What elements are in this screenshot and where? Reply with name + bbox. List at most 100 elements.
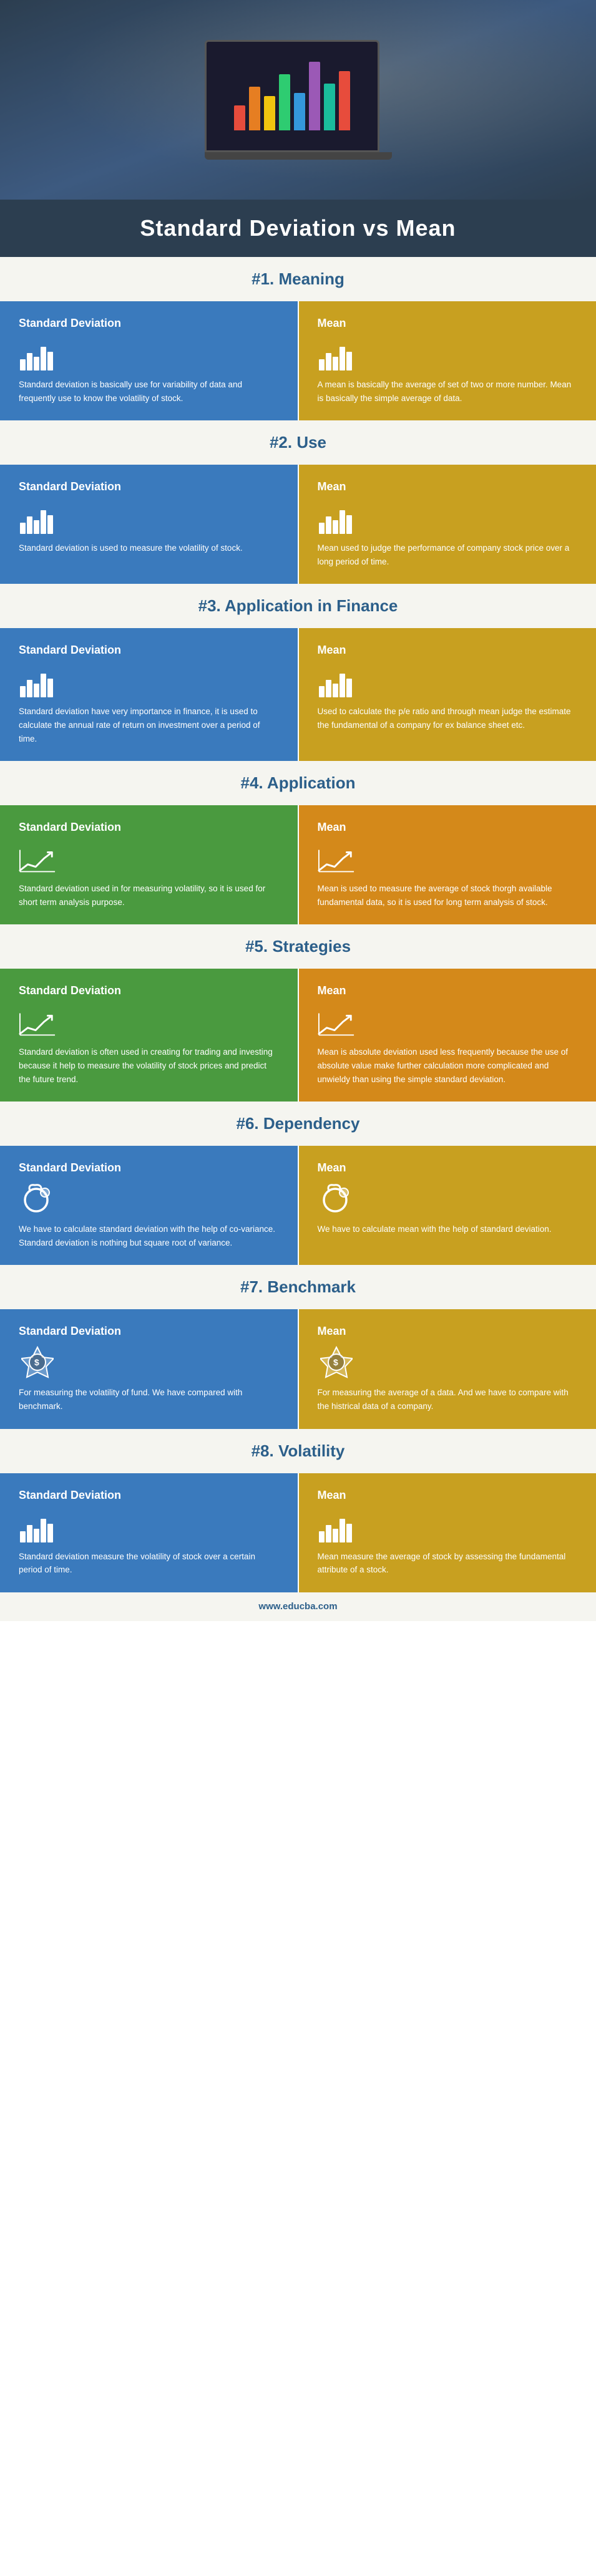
footer-url: www.educba.com <box>258 1601 337 1612</box>
card-icon-left-dependency: ↑ <box>19 1184 56 1215</box>
section-header-benchmark: #7. Benchmark <box>0 1265 596 1309</box>
card-text-right-application: Mean is used to measure the average of s… <box>318 882 578 909</box>
card-icon-right-benchmark: $ <box>318 1347 355 1378</box>
chart-graphic <box>228 56 356 137</box>
section-number-strategies: #5. Strategies <box>245 937 351 956</box>
card-left-volatility: Standard Deviation Standard deviation me… <box>0 1473 298 1592</box>
section-header-meaning: #1. Meaning <box>0 257 596 301</box>
card-title-left-application: Standard Deviation <box>19 821 121 834</box>
card-text-left-application: Standard deviation used in for measuring… <box>19 882 279 909</box>
card-text-right-dependency: We have to calculate mean with the help … <box>318 1223 552 1236</box>
card-right-volatility: Mean Mean measure the average of stock b… <box>299 1473 596 1592</box>
card-text-left-strategies: Standard deviation is often used in crea… <box>19 1045 279 1086</box>
section-number-application: #4. Application <box>241 773 356 792</box>
hero-background <box>0 0 596 200</box>
card-title-right-use: Mean <box>318 480 346 493</box>
section-number-dependency: #6. Dependency <box>237 1114 360 1133</box>
section-number-use: #2. Use <box>270 433 326 452</box>
card-row-use: Standard Deviation Standard deviation is… <box>0 465 596 584</box>
card-row-meaning: Standard Deviation Standard deviation is… <box>0 301 596 420</box>
card-icon-right-volatility <box>318 1511 355 1542</box>
card-text-left-meaning: Standard deviation is basically use for … <box>19 378 279 405</box>
card-right-use: Mean Mean used to judge the performance … <box>299 465 596 584</box>
card-title-right-dependency: Mean <box>318 1161 346 1174</box>
section-header-dependency: #6. Dependency <box>0 1102 596 1146</box>
card-icon-right-use <box>318 503 355 534</box>
card-title-left-volatility: Standard Deviation <box>19 1489 121 1502</box>
card-right-application: Mean Mean is used to measure the average… <box>299 805 596 924</box>
card-icon-left-benchmark: $ <box>19 1347 56 1378</box>
card-icon-left-application <box>19 843 56 874</box>
card-title-left-application-finance: Standard Deviation <box>19 644 121 657</box>
card-text-right-meaning: A mean is basically the average of set o… <box>318 378 578 405</box>
card-right-meaning: Mean A mean is basically the average of … <box>299 301 596 420</box>
sections-container: #1. Meaning Standard Deviation Standard … <box>0 257 596 1592</box>
section-header-volatility: #8. Volatility <box>0 1429 596 1473</box>
card-title-right-application-finance: Mean <box>318 644 346 657</box>
card-row-volatility: Standard Deviation Standard deviation me… <box>0 1473 596 1592</box>
card-title-left-use: Standard Deviation <box>19 480 121 493</box>
card-icon-left-strategies <box>19 1007 56 1038</box>
card-left-meaning: Standard Deviation Standard deviation is… <box>0 301 298 420</box>
svg-text:$: $ <box>333 1357 338 1367</box>
section-number-benchmark: #7. Benchmark <box>240 1277 356 1296</box>
svg-text:↑: ↑ <box>342 1190 345 1196</box>
section-number-meaning: #1. Meaning <box>252 269 344 288</box>
card-title-left-meaning: Standard Deviation <box>19 317 121 330</box>
card-icon-right-strategies <box>318 1007 355 1038</box>
card-left-dependency: Standard Deviation ↑ We have to calculat… <box>0 1146 298 1265</box>
card-row-application-finance: Standard Deviation Standard deviation ha… <box>0 628 596 761</box>
card-right-benchmark: Mean $ For measuring the average of a da… <box>299 1309 596 1428</box>
card-icon-left-meaning <box>19 339 56 370</box>
section-header-application: #4. Application <box>0 761 596 805</box>
footer: www.educba.com <box>0 1592 596 1621</box>
svg-text:$: $ <box>34 1357 39 1367</box>
card-icon-left-volatility <box>19 1511 56 1542</box>
card-text-left-use: Standard deviation is used to measure th… <box>19 541 243 555</box>
section-header-application-finance: #3. Application in Finance <box>0 584 596 628</box>
laptop-base <box>205 152 392 160</box>
card-title-right-application: Mean <box>318 821 346 834</box>
card-text-right-application-finance: Used to calculate the p/e ratio and thro… <box>318 705 578 732</box>
card-title-left-benchmark: Standard Deviation <box>19 1325 121 1338</box>
card-icon-right-dependency: ↑ <box>318 1184 355 1215</box>
card-text-left-benchmark: For measuring the volatility of fund. We… <box>19 1386 279 1413</box>
card-left-application-finance: Standard Deviation Standard deviation ha… <box>0 628 298 761</box>
card-text-right-strategies: Mean is absolute deviation used less fre… <box>318 1045 578 1086</box>
card-right-application-finance: Mean Used to calculate the p/e ratio and… <box>299 628 596 761</box>
card-left-benchmark: Standard Deviation $ For measuring the v… <box>0 1309 298 1428</box>
card-left-use: Standard Deviation Standard deviation is… <box>0 465 298 584</box>
card-text-left-volatility: Standard deviation measure the volatilit… <box>19 1550 279 1577</box>
card-icon-right-meaning <box>318 339 355 370</box>
laptop-graphic <box>205 40 392 160</box>
card-title-right-volatility: Mean <box>318 1489 346 1502</box>
card-icon-left-application-finance <box>19 666 56 697</box>
card-text-right-volatility: Mean measure the average of stock by ass… <box>318 1550 578 1577</box>
card-title-right-strategies: Mean <box>318 984 346 997</box>
card-title-left-strategies: Standard Deviation <box>19 984 121 997</box>
card-icon-left-use <box>19 503 56 534</box>
card-right-dependency: Mean ↑ We have to calculate mean with th… <box>299 1146 596 1265</box>
card-text-right-benchmark: For measuring the average of a data. And… <box>318 1386 578 1413</box>
card-row-benchmark: Standard Deviation $ For measuring the v… <box>0 1309 596 1428</box>
card-left-application: Standard Deviation Standard deviation us… <box>0 805 298 924</box>
section-header-use: #2. Use <box>0 420 596 465</box>
card-text-left-application-finance: Standard deviation have very importance … <box>19 705 279 745</box>
card-row-dependency: Standard Deviation ↑ We have to calculat… <box>0 1146 596 1265</box>
card-left-strategies: Standard Deviation Standard deviation is… <box>0 969 298 1102</box>
svg-text:↑: ↑ <box>43 1190 46 1196</box>
title-section: Standard Deviation vs Mean <box>0 200 596 257</box>
laptop-screen <box>205 40 379 152</box>
card-title-left-dependency: Standard Deviation <box>19 1161 121 1174</box>
card-icon-right-application <box>318 843 355 874</box>
card-text-right-use: Mean used to judge the performance of co… <box>318 541 578 568</box>
card-text-left-dependency: We have to calculate standard deviation … <box>19 1223 279 1249</box>
card-icon-right-application-finance <box>318 666 355 697</box>
card-title-right-meaning: Mean <box>318 317 346 330</box>
section-header-strategies: #5. Strategies <box>0 924 596 969</box>
section-number-volatility: #8. Volatility <box>252 1441 345 1460</box>
card-right-strategies: Mean Mean is absolute deviation used les… <box>299 969 596 1102</box>
card-row-strategies: Standard Deviation Standard deviation is… <box>0 969 596 1102</box>
main-title: Standard Deviation vs Mean <box>25 215 571 241</box>
section-number-application-finance: #3. Application in Finance <box>198 596 398 615</box>
